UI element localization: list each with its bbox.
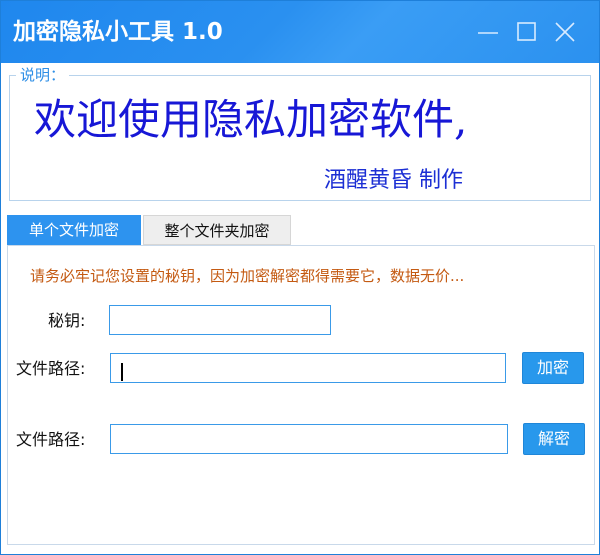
key-label: 秘钥: bbox=[48, 311, 86, 330]
maximize-icon[interactable] bbox=[514, 19, 540, 45]
author-text: 酒醒黄昏 制作 bbox=[324, 168, 463, 193]
encrypt-button[interactable]: 加密 bbox=[522, 352, 584, 384]
tab-panel-single-file: 请务必牢记您设置的秘钥，因为加密解密都得需要它，数据无价... 秘钥: 文件路径… bbox=[7, 245, 595, 545]
minimize-icon[interactable] bbox=[475, 19, 501, 45]
encrypt-path-input[interactable] bbox=[110, 353, 506, 383]
tab-whole-folder[interactable]: 整个文件夹加密 bbox=[143, 215, 291, 245]
decrypt-path-input[interactable] bbox=[110, 424, 508, 454]
decrypt-path-label: 文件路径: bbox=[16, 430, 86, 449]
welcome-text: 欢迎使用隐私加密软件, bbox=[34, 95, 468, 144]
close-icon[interactable] bbox=[552, 19, 578, 45]
text-caret bbox=[121, 363, 123, 381]
tab-strip: 单个文件加密 整个文件夹加密 bbox=[7, 215, 593, 245]
intro-legend: 说明： bbox=[16, 65, 70, 85]
tab-single-file[interactable]: 单个文件加密 bbox=[7, 215, 141, 245]
encrypt-path-label: 文件路径: bbox=[16, 359, 86, 378]
intro-group: 说明： 欢迎使用隐私加密软件, 酒醒黄昏 制作 bbox=[9, 65, 591, 201]
key-input[interactable] bbox=[109, 305, 331, 335]
window-title: 加密隐私小工具 1.0 bbox=[13, 19, 223, 45]
decrypt-button[interactable]: 解密 bbox=[523, 423, 585, 455]
title-bar[interactable]: 加密隐私小工具 1.0 bbox=[1, 1, 599, 63]
app-window: 加密隐私小工具 1.0 说明： 欢迎使用隐私加密软件, 酒醒黄昏 制作 单个文件… bbox=[0, 0, 600, 555]
key-warning-text: 请务必牢记您设置的秘钥，因为加密解密都得需要它，数据无价... bbox=[30, 267, 465, 285]
